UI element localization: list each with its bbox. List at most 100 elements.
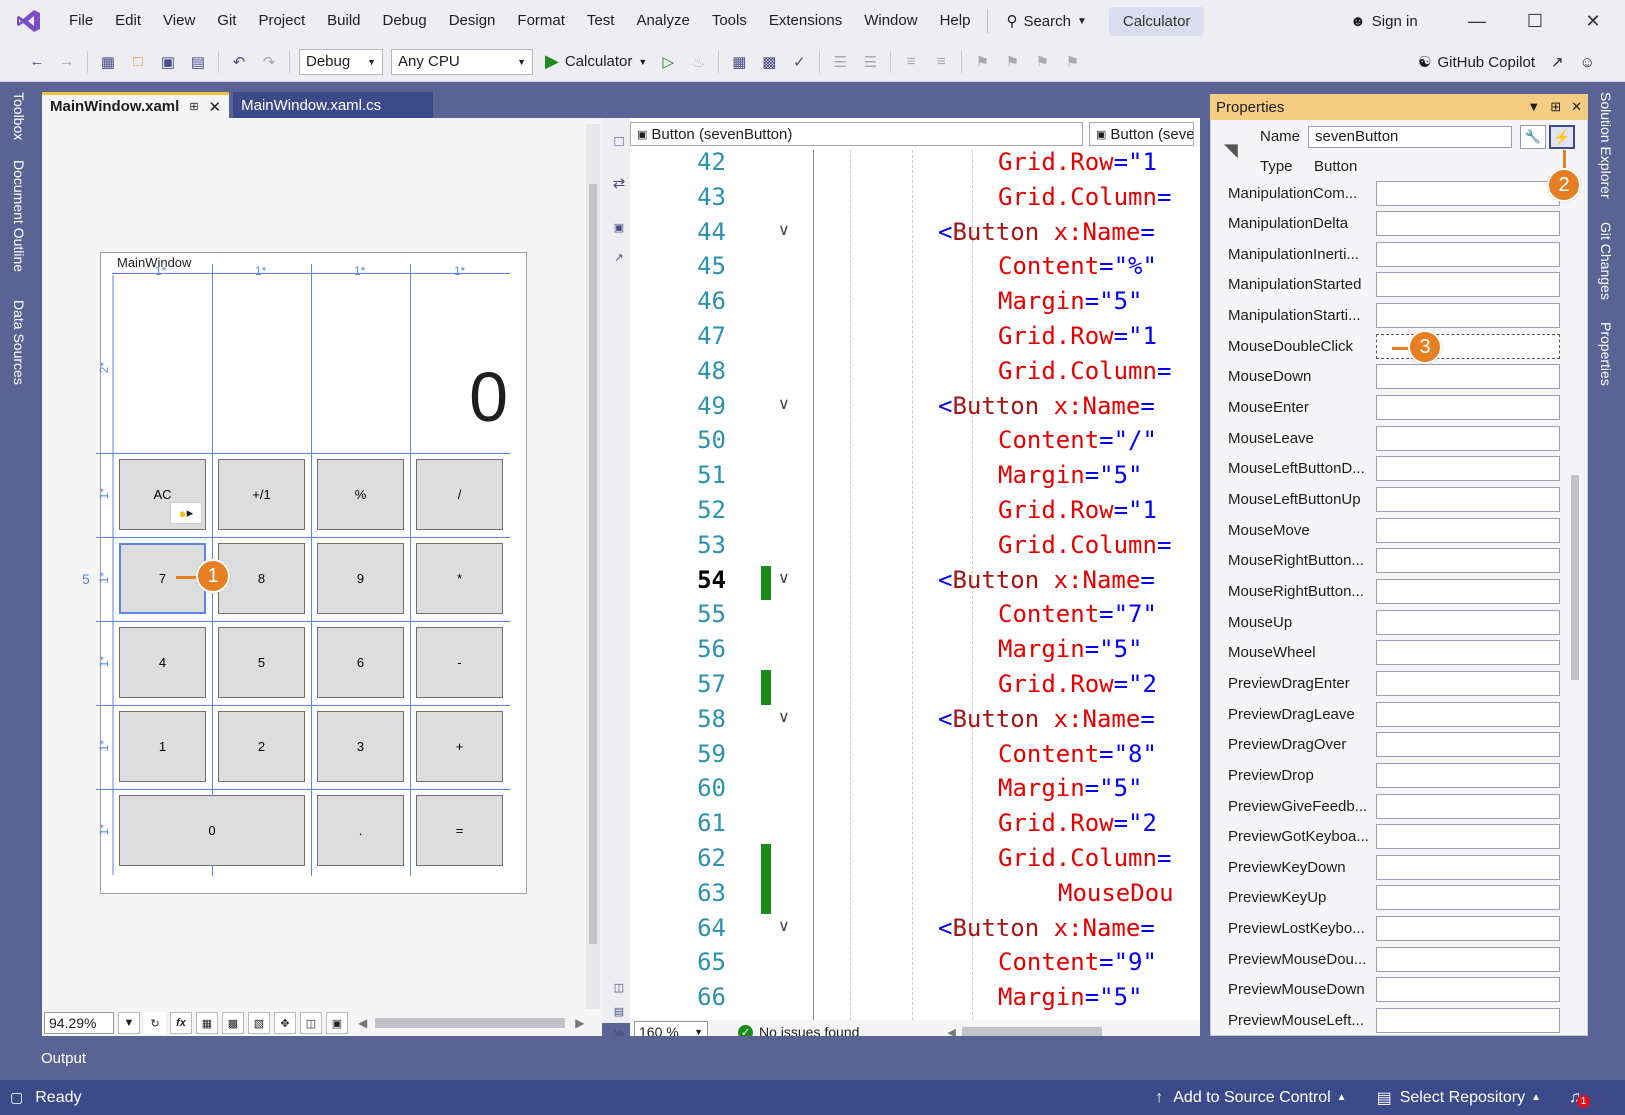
code-line[interactable]: 47 Grid.Row="1 (630, 322, 1200, 357)
align-left-icon[interactable]: ☰ (827, 49, 853, 75)
name-field[interactable]: sevenButton (1308, 126, 1512, 148)
calc-button-five[interactable]: 5 (218, 627, 305, 698)
code-line[interactable]: 49 ∨ <Button x:Name= (630, 392, 1200, 427)
switch-icon[interactable]: ⇄ (606, 170, 632, 196)
calc-button-zero[interactable]: 0 (119, 795, 305, 866)
calc-button-percent[interactable]: % (317, 459, 404, 530)
tool-tab-git-changes[interactable]: Git Changes (1598, 222, 1614, 300)
calc-button-decimal[interactable]: . (317, 795, 404, 866)
menu-item-edit[interactable]: Edit (104, 0, 152, 42)
properties-scrollbar[interactable] (1569, 180, 1581, 1030)
event-handler-field[interactable] (1376, 211, 1560, 237)
event-handler-field[interactable] (1376, 640, 1560, 666)
event-handler-field[interactable] (1376, 854, 1560, 880)
code-line[interactable]: 46 Margin="5" (630, 287, 1200, 322)
configuration-dropdown[interactable]: Debug ▼ (299, 48, 383, 75)
vertical-split-icon[interactable]: ◫ (606, 974, 632, 1000)
row-hint[interactable]: 1* (97, 740, 111, 751)
output-tab[interactable]: Output (41, 1050, 86, 1067)
event-handler-field[interactable] (1376, 364, 1560, 390)
fold-chevron-icon[interactable]: ∨ (778, 916, 790, 936)
start-without-debugging-icon[interactable]: ▷ (655, 49, 681, 75)
save-icon[interactable]: ▣ (155, 49, 181, 75)
calc-button-nine[interactable]: 9 (317, 543, 404, 614)
search-button[interactable]: ⚲ Search ▼ (994, 12, 1098, 31)
code-line[interactable]: 58 ∨ <Button x:Name= (630, 705, 1200, 740)
close-icon[interactable]: ✕ (209, 98, 222, 116)
event-handler-field[interactable] (1376, 578, 1560, 604)
code-line[interactable]: 55 Content="7" (630, 600, 1200, 635)
calc-button-one[interactable]: 1 (119, 711, 206, 782)
popout-icon[interactable]: ↗ (606, 244, 632, 270)
calc-button-divide[interactable]: / (416, 459, 503, 530)
row-hint[interactable]: 1* (97, 572, 111, 583)
code-line[interactable]: 61 Grid.Row="2 (630, 809, 1200, 844)
column-hint[interactable]: 1* (255, 264, 266, 278)
event-handler-field[interactable] (1376, 732, 1560, 758)
platform-dropdown[interactable]: Any CPU ▼ (391, 48, 533, 75)
code-line[interactable]: 54 ∨ <Button x:Name= (630, 565, 1200, 601)
tool-tab-properties[interactable]: Properties (1598, 322, 1614, 386)
calc-button-plus[interactable]: + (416, 711, 503, 782)
code-line[interactable]: 44 ∨ <Button x:Name= (630, 218, 1200, 253)
maximize-button[interactable]: ☐ (1510, 0, 1560, 42)
code-line[interactable]: 63 MouseDou (630, 878, 1200, 914)
code-line[interactable]: 42 Grid.Row="1 (630, 148, 1200, 183)
open-folder-icon[interactable]: □ (125, 49, 151, 75)
event-handler-field[interactable] (1376, 517, 1560, 543)
close-icon[interactable]: ✕ (1571, 99, 1582, 115)
calc-button-multiply[interactable]: * (416, 543, 503, 614)
chevron-down-icon[interactable]: ▼ (118, 1012, 140, 1034)
row-hint[interactable]: 1* (97, 656, 111, 667)
save-all-icon[interactable]: ▤ (185, 49, 211, 75)
event-handler-field[interactable] (1376, 395, 1560, 421)
tab-mainwindow-xaml[interactable]: MainWindow.xaml ⊞ ✕ (42, 92, 230, 118)
swap-panes-icon[interactable]: □ (606, 128, 632, 154)
menu-item-git[interactable]: Git (206, 0, 247, 42)
event-handler-field[interactable] (1376, 456, 1560, 482)
menu-item-analyze[interactable]: Analyze (625, 0, 700, 42)
comment-icon[interactable]: ≡ (898, 49, 924, 75)
element-selector-icon[interactable]: ◥ (1224, 140, 1238, 161)
menu-item-build[interactable]: Build (316, 0, 371, 42)
layout-icon[interactable]: ▩ (756, 49, 782, 75)
checkerboard-icon[interactable]: ▧ (248, 1012, 270, 1034)
event-handler-field[interactable] (1376, 762, 1560, 788)
add-to-source-control-button[interactable]: Add to Source Control (1173, 1089, 1330, 1107)
select-repository-button[interactable]: Select Repository (1400, 1089, 1525, 1107)
calc-button-minus[interactable]: - (416, 627, 503, 698)
start-debugging-button[interactable]: ▶ Calculator ▼ (545, 51, 647, 72)
event-handler-field[interactable] (1376, 180, 1560, 206)
menu-item-format[interactable]: Format (506, 0, 576, 42)
tool-tab-data-sources[interactable]: Data Sources (11, 300, 27, 385)
code-line[interactable]: 53 Grid.Column= (630, 531, 1200, 566)
code-line[interactable]: 50 Content="/" (630, 426, 1200, 461)
calc-button-six[interactable]: 6 (317, 627, 404, 698)
clear-bookmarks-icon[interactable]: ⚑ (1059, 49, 1085, 75)
designer-zoom[interactable]: 94.29% (44, 1012, 114, 1034)
code-line[interactable]: 65 Content="9" (630, 948, 1200, 983)
quick-actions-lightbulb-icon[interactable]: ● ▸ (170, 502, 202, 524)
code-line[interactable]: 51 Margin="5" (630, 461, 1200, 496)
code-line[interactable]: 59 Content="8" (630, 740, 1200, 775)
menu-item-debug[interactable]: Debug (372, 0, 438, 42)
fold-chevron-icon[interactable]: ∨ (778, 707, 790, 727)
event-handler-field[interactable] (1376, 946, 1560, 972)
tool-tab-toolbox[interactable]: Toolbox (11, 92, 27, 140)
hot-reload-icon[interactable]: ♨ (685, 49, 711, 75)
new-project-icon[interactable]: ▦ (95, 49, 121, 75)
calc-button-two[interactable]: 2 (218, 711, 305, 782)
fold-chevron-icon[interactable]: ∨ (778, 220, 790, 240)
menu-item-design[interactable]: Design (438, 0, 507, 42)
column-hint[interactable]: 1* (454, 264, 465, 278)
event-handler-field[interactable] (1376, 824, 1560, 850)
notifications-bell-icon[interactable]: ♫ 1 (1569, 1089, 1590, 1108)
code-line[interactable]: 48 Grid.Column= (630, 357, 1200, 392)
pin-icon[interactable]: ⊞ (1550, 99, 1561, 115)
prev-bookmark-icon[interactable]: ⚑ (999, 49, 1025, 75)
event-handler-field[interactable] (1376, 272, 1560, 298)
code-line[interactable]: 57 Grid.Row="2 (630, 670, 1200, 705)
menu-item-help[interactable]: Help (929, 0, 982, 42)
layout-rounding-icon[interactable]: ▣ (326, 1012, 348, 1034)
code-lines[interactable]: 42 Grid.Row="1 43 Grid.Column= 44 ∨ <Button x:… (630, 148, 1200, 1018)
